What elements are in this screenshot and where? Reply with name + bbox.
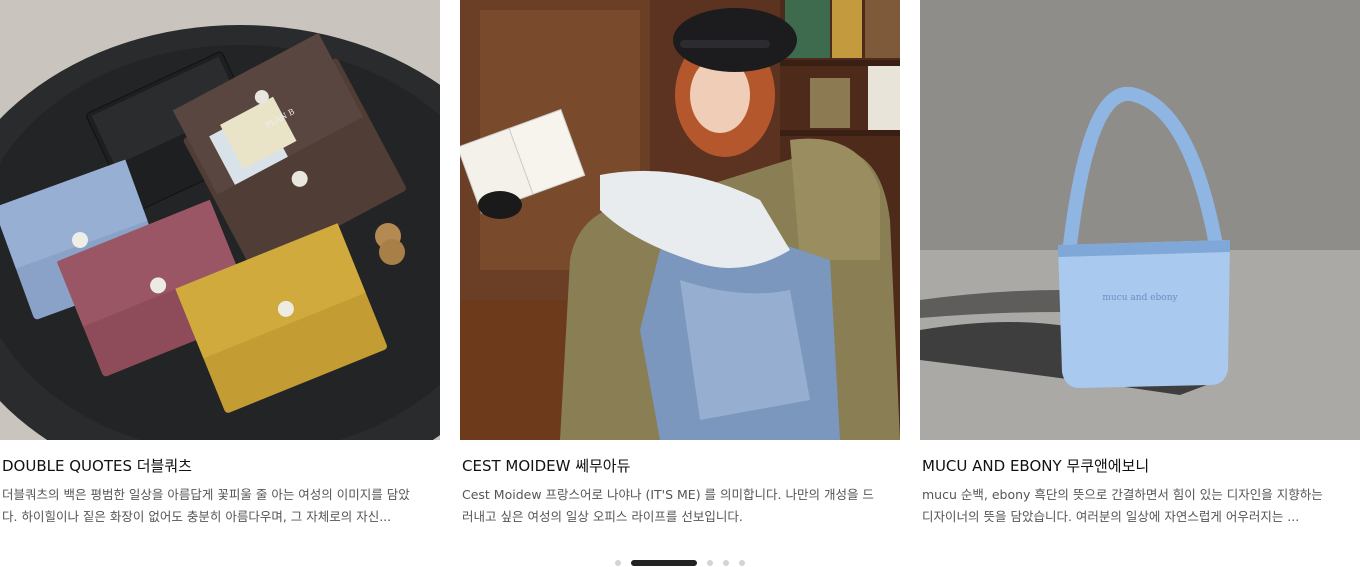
brand-image-mucu-and-ebony[interactable]: mucu and ebony xyxy=(920,0,1360,440)
brand-image-cest-moidew[interactable] xyxy=(460,0,900,440)
pagination-dot[interactable] xyxy=(615,560,621,566)
pagination-dot[interactable] xyxy=(739,560,745,566)
brand-title[interactable]: CEST MOIDEW 쎄무아듀 xyxy=(462,456,898,476)
brand-description: mucu 순백, ebony 흑단의 뜻으로 간결하면서 힘이 있는 디자인을 … xyxy=(922,487,1323,524)
brand-image-double-quotes[interactable]: PLAN B xyxy=(0,0,440,440)
brand-carousel: PLAN B DOUBLE QUOTES 더블쿼츠 더블쿼츠의 백은 평범한 일… xyxy=(0,0,1360,566)
brand-description: Cest Moidew 프랑스어로 나야나 (IT'S ME) 를 의미합니다.… xyxy=(462,487,874,524)
brand-title[interactable]: DOUBLE QUOTES 더블쿼츠 xyxy=(2,456,438,476)
pagination-dot[interactable] xyxy=(707,560,713,566)
brand-description: 더블쿼츠의 백은 평범한 일상을 아름답게 꽃피울 줄 아는 여성의 이미지를 … xyxy=(2,487,410,524)
bag-embroidery-label: mucu and ebony xyxy=(1102,293,1178,303)
brand-card-double-quotes[interactable]: PLAN B DOUBLE QUOTES 더블쿼츠 더블쿼츠의 백은 평범한 일… xyxy=(0,0,440,540)
brand-card-mucu-and-ebony[interactable]: mucu and ebony MUCU AND EBONY 무쿠앤에보니 muc… xyxy=(920,0,1360,540)
brand-title[interactable]: MUCU AND EBONY 무쿠앤에보니 xyxy=(922,456,1358,476)
brand-card-cest-moidew[interactable]: CEST MOIDEW 쎄무아듀 Cest Moidew 프랑스어로 나야나 (… xyxy=(460,0,900,540)
pagination-dot[interactable] xyxy=(723,560,729,566)
pagination-dot-active[interactable] xyxy=(631,560,697,566)
